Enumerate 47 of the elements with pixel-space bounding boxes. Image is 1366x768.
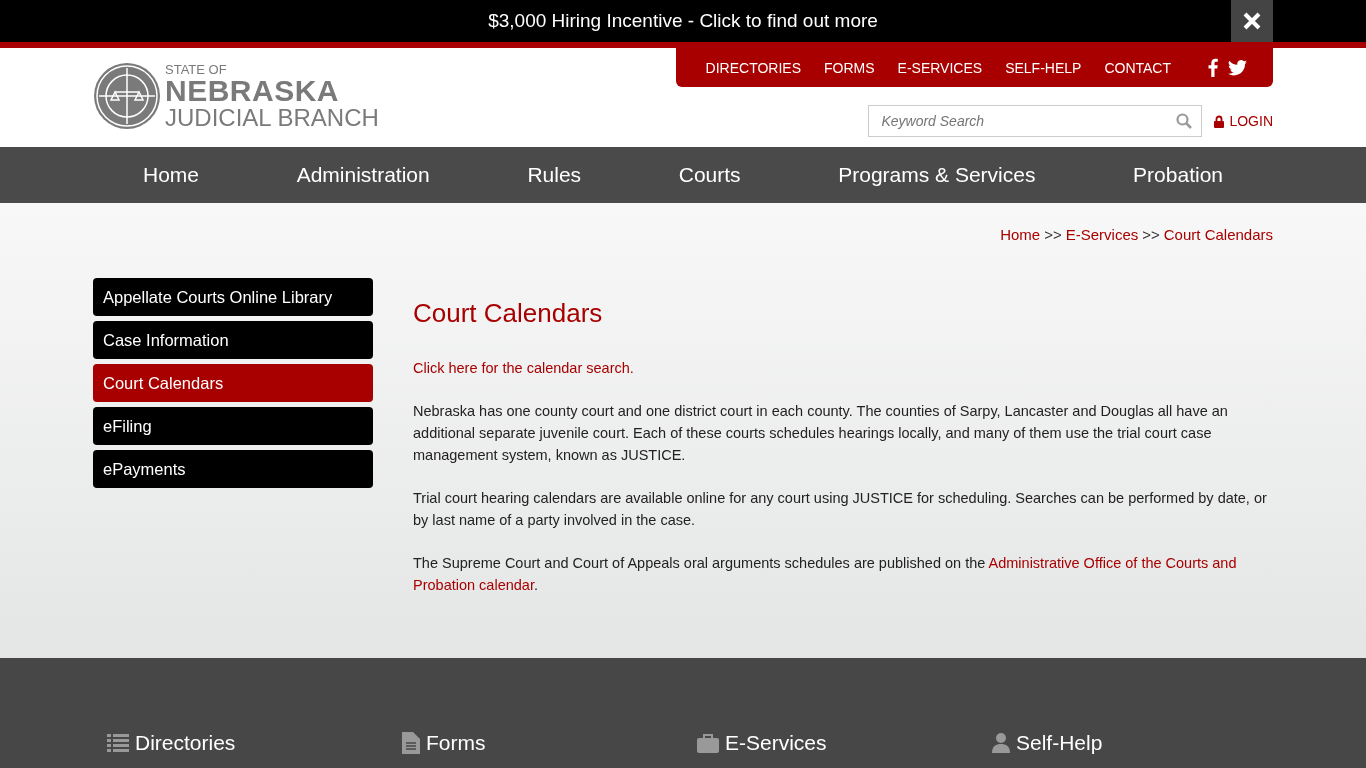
calendar-search-link[interactable]: Click here for the calendar search. bbox=[413, 360, 634, 376]
close-icon[interactable] bbox=[1243, 12, 1261, 30]
twitter-icon[interactable] bbox=[1228, 59, 1247, 76]
list-icon bbox=[107, 734, 129, 752]
paragraph: Trial court hearing calendars are available online for any court using JUSTICE for scheduling. Searches can be performed by date, or by last name of a party involved in the case. bbox=[413, 489, 1268, 530]
sidebar-item[interactable]: eFiling bbox=[93, 407, 373, 445]
utility-link[interactable]: E-SERVICES bbox=[897, 59, 983, 76]
sidebar-item[interactable]: Court Calendars bbox=[93, 364, 373, 402]
utility-link[interactable]: CONTACT bbox=[1104, 59, 1171, 76]
utility-link[interactable]: SELF-HELP bbox=[1005, 59, 1082, 76]
sidebar-item[interactable]: Case Information bbox=[93, 321, 373, 359]
user-icon bbox=[992, 733, 1010, 753]
utility-link[interactable]: DIRECTORIES bbox=[705, 59, 801, 76]
sidebar-item[interactable]: Appellate Courts Online Library bbox=[93, 278, 373, 316]
breadcrumb-separator: >> bbox=[1044, 226, 1062, 245]
nav-link[interactable]: Courts bbox=[678, 163, 741, 187]
footer-heading: Self-Help bbox=[1016, 731, 1103, 755]
breadcrumb-link[interactable]: Court Calendars bbox=[1163, 226, 1273, 246]
breadcrumb-separator: >> bbox=[1142, 226, 1160, 245]
paragraph: The Supreme Court and Court of Appeals oral arguments schedules are published on the Administrative Office of the Courts and Probation calendar. bbox=[413, 554, 1238, 595]
nav-link[interactable]: Rules bbox=[527, 163, 582, 187]
logo[interactable]: STATE OF NEBRASKA JUDICIAL BRANCH bbox=[93, 62, 379, 130]
login-link[interactable]: LOGIN bbox=[1214, 113, 1273, 129]
search-icon[interactable] bbox=[1176, 113, 1193, 129]
inline-link[interactable]: Probation calendar bbox=[413, 577, 534, 593]
seal-icon bbox=[93, 62, 161, 130]
breadcrumb-link[interactable]: Home bbox=[1000, 226, 1041, 246]
footer-heading: Forms bbox=[426, 731, 486, 755]
nav-link[interactable]: Home bbox=[143, 163, 200, 187]
footer-heading: Directories bbox=[135, 731, 236, 755]
breadcrumb-link[interactable]: E-Services bbox=[1065, 226, 1139, 246]
close-button[interactable] bbox=[1231, 0, 1273, 42]
search-field[interactable]: Keyword Search bbox=[868, 105, 1203, 137]
document-icon bbox=[402, 732, 420, 754]
sidebar-item[interactable]: ePayments bbox=[93, 450, 373, 488]
footer-heading: E-Services bbox=[725, 731, 827, 755]
nav-link[interactable]: Probation bbox=[1133, 163, 1223, 187]
banner-link[interactable]: $3,000 Hiring Incentive - Click to find out more bbox=[488, 10, 878, 32]
page-title: Court Calendars bbox=[413, 298, 604, 329]
paragraph: Nebraska has one county court and one district court in each county. The counties of Sarpy, Lancaster and Douglas all have an additional separate juvenile court. Each of these courts schedules hearings locally, and many of them use the trial court case management system, known as JUSTICE. bbox=[413, 402, 1229, 465]
briefcase-icon bbox=[697, 733, 719, 753]
utility-link[interactable]: FORMS bbox=[824, 59, 875, 76]
lock-icon bbox=[1214, 114, 1225, 128]
inline-link[interactable]: Administrative Office of the Courts and bbox=[988, 555, 1237, 571]
facebook-icon[interactable] bbox=[1208, 58, 1218, 77]
nav-link[interactable]: Programs & Services bbox=[838, 163, 1036, 187]
nav-link[interactable]: Administration bbox=[296, 163, 430, 187]
